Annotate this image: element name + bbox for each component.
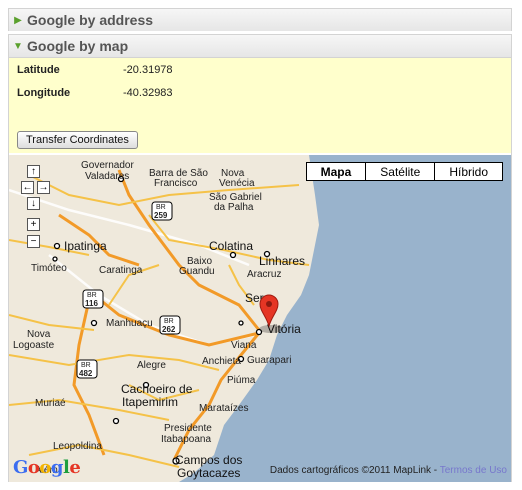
svg-text:Itapemirim: Itapemirim: [122, 395, 178, 409]
map-type-selector: Mapa Satélite Híbrido: [305, 162, 503, 181]
svg-text:Venécia: Venécia: [219, 178, 255, 189]
pan-left-icon[interactable]: ←: [21, 181, 34, 194]
svg-text:Campos dos: Campos dos: [175, 453, 242, 467]
svg-text:Goytacazes: Goytacazes: [177, 466, 240, 480]
panel-google-by-address: ▶ Google by address: [8, 8, 512, 31]
panel-title-address: Google by address: [27, 12, 154, 28]
panel-google-by-map: ▼ Google by map Latitude -20.31978 Longi…: [8, 34, 512, 482]
coordinates-box: Latitude -20.31978 Longitude -40.32983 T…: [9, 57, 511, 153]
svg-text:Guandu: Guandu: [179, 266, 215, 277]
svg-text:Muriaé: Muriaé: [35, 398, 66, 409]
svg-text:Logoaste: Logoaste: [13, 340, 55, 351]
panel-header-address[interactable]: ▶ Google by address: [9, 9, 511, 31]
map-view[interactable]: Governador Valadares Barra de São Franci…: [9, 155, 511, 482]
svg-text:259: 259: [154, 211, 168, 220]
svg-text:BR: BR: [156, 204, 166, 211]
svg-text:Presidente: Presidente: [164, 423, 212, 434]
svg-text:Guarapari: Guarapari: [247, 355, 291, 366]
map-type-hibrido[interactable]: Híbrido: [434, 163, 502, 180]
copyright-text: Dados cartográficos ©2011 MapLink -: [269, 465, 438, 476]
map-copyright: Dados cartográficos ©2011 MapLink - Term…: [270, 465, 507, 476]
svg-text:Itabapoana: Itabapoana: [161, 434, 211, 445]
svg-text:Valadares: Valadares: [85, 171, 129, 182]
svg-text:Francisco: Francisco: [154, 178, 198, 189]
svg-text:Governador: Governador: [81, 160, 134, 171]
svg-text:Anchieta: Anchieta: [202, 356, 241, 367]
svg-text:BR: BR: [164, 318, 174, 325]
zoom-out-icon[interactable]: −: [27, 235, 40, 248]
svg-text:Alegre: Alegre: [137, 360, 166, 371]
svg-text:Caratinga: Caratinga: [99, 265, 143, 276]
svg-text:Ipatinga: Ipatinga: [64, 239, 107, 253]
terms-link[interactable]: Termos de Uso: [440, 465, 507, 476]
svg-text:Marataízes: Marataízes: [199, 403, 248, 414]
svg-text:Timóteo: Timóteo: [31, 263, 67, 274]
map-type-mapa[interactable]: Mapa: [306, 163, 366, 180]
latitude-label: Latitude: [17, 64, 60, 76]
svg-text:Linhares: Linhares: [259, 254, 305, 268]
collapse-arrow-icon: ▼: [13, 40, 23, 52]
svg-text:Viana: Viana: [231, 340, 257, 351]
longitude-value: -40.32983: [123, 87, 173, 99]
svg-text:482: 482: [79, 369, 93, 378]
transfer-coordinates-button[interactable]: Transfer Coordinates: [17, 131, 138, 149]
svg-text:Aracruz: Aracruz: [247, 269, 281, 280]
pan-up-icon[interactable]: ↑: [27, 165, 40, 178]
google-logo[interactable]: Google: [13, 457, 81, 478]
panel-title-map: Google by map: [27, 38, 129, 54]
svg-text:262: 262: [162, 325, 176, 334]
zoom-in-icon[interactable]: +: [27, 218, 40, 231]
svg-text:Leopoldina: Leopoldina: [53, 441, 102, 452]
latitude-value: -20.31978: [123, 64, 173, 76]
pan-down-icon[interactable]: ↓: [27, 197, 40, 210]
pan-right-icon[interactable]: →: [37, 181, 50, 194]
map-type-satelite[interactable]: Satélite: [365, 163, 435, 180]
svg-text:Colatina: Colatina: [209, 239, 253, 253]
longitude-label: Longitude: [17, 87, 71, 99]
map-canvas[interactable]: Governador Valadares Barra de São Franci…: [9, 155, 511, 482]
svg-text:BR: BR: [87, 292, 97, 299]
svg-text:BR: BR: [81, 362, 91, 369]
expand-arrow-icon: ▶: [14, 14, 22, 26]
panel-header-map[interactable]: ▼ Google by map: [9, 35, 511, 57]
svg-text:Cachoeiro de: Cachoeiro de: [121, 382, 193, 396]
svg-text:116: 116: [85, 299, 98, 308]
svg-text:da Palha: da Palha: [214, 202, 254, 213]
svg-text:Piúma: Piúma: [227, 375, 256, 386]
svg-text:Manhuaçu: Manhuaçu: [106, 318, 153, 329]
svg-text:Nova: Nova: [27, 329, 51, 340]
